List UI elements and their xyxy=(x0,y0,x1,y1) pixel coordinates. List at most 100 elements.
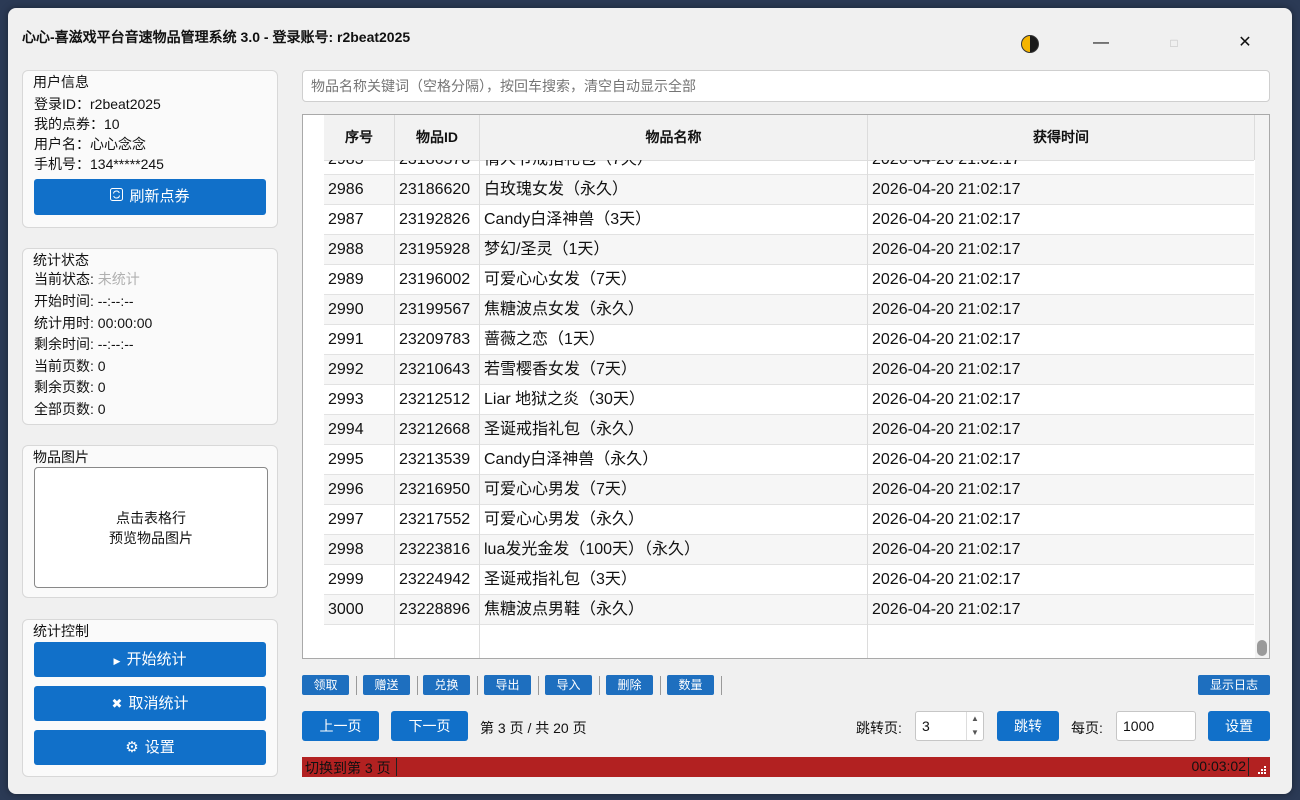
table-row[interactable]: 2991 23209783 蔷薇之恋（1天） 2026-04-20 21:02:17 xyxy=(324,325,1254,355)
table-row[interactable]: 2993 23212512 Liar 地狱之炎（30天） 2026-04-20 21:… xyxy=(324,385,1254,415)
cell-item-id: 23228896 xyxy=(395,595,480,625)
next-page-button[interactable]: 下一页 xyxy=(391,711,468,741)
cell-item-name: 蔷薇之恋（1天） xyxy=(480,325,868,355)
column-header-item-id[interactable]: 物品ID xyxy=(395,115,480,160)
username-text: 用户名：心心念念 xyxy=(34,136,146,152)
receive-button[interactable]: 领取 xyxy=(302,675,349,695)
column-header-item-name[interactable]: 物品名称 xyxy=(480,115,868,160)
table-row[interactable]: 2989 23196002 可爱心心女发（7天） 2026-04-20 21:02:1… xyxy=(324,265,1254,295)
delete-button[interactable]: 删除 xyxy=(606,675,653,695)
cell-item-id: 23224942 xyxy=(395,565,480,595)
settings-button[interactable]: ⚙ 设置 xyxy=(34,730,266,765)
search-input[interactable] xyxy=(302,70,1270,102)
cell-index: 2988 xyxy=(324,235,395,265)
table-row[interactable]: 2997 23217552 可爱心心男发（永久） 2026-04-20 21:02:1… xyxy=(324,505,1254,535)
table-body: 298523186578情人节戒指礼包（7天）2026-04-20 21:02:… xyxy=(324,160,1254,658)
cell-index: 2991 xyxy=(324,325,395,355)
column-header-obtained-time[interactable]: 获得时间 xyxy=(868,115,1255,160)
table-row[interactable]: 2990 23199567 焦糖波点女发（永久） 2026-04-20 21:02:1… xyxy=(324,295,1254,325)
toolbar-divider xyxy=(538,676,539,695)
cell-item-name: 圣诞戒指礼包（永久） xyxy=(480,415,868,445)
app-window: 心心-喜滋戏平台音速物品管理系统 3.0 - 登录账号: r2beat2025 … xyxy=(8,8,1292,794)
cell-obtained-time: 2026-04-20 21:02:17 xyxy=(868,565,1254,595)
toolbar-divider xyxy=(477,676,478,695)
exchange-button[interactable]: 兑换 xyxy=(423,675,470,695)
table-row[interactable]: 2994 23212668 圣诞戒指礼包（永久） 2026-04-20 21:02:1… xyxy=(324,415,1254,445)
resize-grip-icon[interactable] xyxy=(1257,765,1267,775)
refresh-icon xyxy=(110,179,124,215)
cell-item-name: 可爱心心男发（7天） xyxy=(480,475,868,505)
status-divider xyxy=(1248,758,1249,776)
quantity-button[interactable]: 数量 xyxy=(667,675,714,695)
cell-index: 3000 xyxy=(324,595,395,625)
per-page-settings-button[interactable]: 设置 xyxy=(1208,711,1270,741)
cell-item-name: 梦幻/圣灵（1天） xyxy=(480,235,868,265)
toolbar-divider xyxy=(599,676,600,695)
cell-item-name: lua发光金发（100天）（永久） xyxy=(480,535,868,565)
cell-index: 2986 xyxy=(324,175,395,205)
cell-item-id: 23196002 xyxy=(395,265,480,295)
table-row[interactable]: 2992 23210643 若雪樱香女发（7天） 2026-04-20 21:02:1… xyxy=(324,355,1254,385)
cell-obtained-time: 2026-04-20 21:02:17 xyxy=(868,295,1254,325)
close-button[interactable]: ✕ xyxy=(1234,32,1256,54)
table-scrollbar[interactable] xyxy=(1255,115,1269,658)
start-stats-button[interactable]: ▶ 开始统计 xyxy=(34,642,266,677)
window-title: 心心-喜滋戏平台音速物品管理系统 3.0 - 登录账号: r2beat2025 xyxy=(22,29,411,45)
remaining-time-text: 剩余时间: --:--:-- xyxy=(34,336,134,352)
cell-item-id: 23212512 xyxy=(395,385,480,415)
cell-item-name: 白玫瑰女发（永久） xyxy=(480,175,868,205)
toolbar-divider xyxy=(356,676,357,695)
stats-title: 统计状态 xyxy=(33,252,89,268)
stepper-down-icon[interactable]: ▼ xyxy=(967,726,983,740)
import-button[interactable]: 导入 xyxy=(545,675,592,695)
control-panel: 统计控制 ▶ 开始统计 ✖ 取消统计 ⚙ 设置 xyxy=(22,619,278,777)
table-row[interactable]: 2996 23216950 可爱心心男发（7天） 2026-04-20 21:02:1… xyxy=(324,475,1254,505)
cell-item-name: 可爱心心男发（永久） xyxy=(480,505,868,535)
export-button[interactable]: 导出 xyxy=(484,675,531,695)
remaining-pages-text: 剩余页数: 0 xyxy=(34,379,106,395)
column-header-index[interactable]: 序号 xyxy=(324,115,395,160)
empty-cell xyxy=(868,625,1254,658)
stepper-up-icon[interactable]: ▲ xyxy=(967,712,983,726)
table-row[interactable]: 2998 23223816 lua发光金发（100天）（永久） 2026-04-20 … xyxy=(324,535,1254,565)
toolbar-divider xyxy=(721,676,722,695)
table-row[interactable]: 298523186578情人节戒指礼包（7天）2026-04-20 21:02:… xyxy=(324,160,1254,175)
cell-index: 2987 xyxy=(324,205,395,235)
maximize-button[interactable]: □ xyxy=(1163,32,1185,54)
table-row[interactable]: 2999 23224942 圣诞戒指礼包（3天） 2026-04-20 21:02:1… xyxy=(324,565,1254,595)
cancel-stats-label: 取消统计 xyxy=(128,695,189,712)
toolbar-divider xyxy=(417,676,418,695)
refresh-points-button[interactable]: 刷新点券 xyxy=(34,179,266,215)
app-status-icon[interactable] xyxy=(1021,35,1039,53)
show-log-button[interactable]: 显示日志 xyxy=(1198,675,1270,695)
item-image-title: 物品图片 xyxy=(33,449,89,465)
minimize-button[interactable]: — xyxy=(1090,32,1112,54)
page-info: 第 3 页 / 共 20 页 xyxy=(480,720,587,736)
table-row[interactable]: 2986 23186620 白玫瑰女发（永久） 2026-04-20 21:02:17 xyxy=(324,175,1254,205)
table-row[interactable]: 2988 23195928 梦幻/圣灵（1天） 2026-04-20 21:02:17 xyxy=(324,235,1254,265)
table-header: 序号 物品ID 物品名称 获得时间 xyxy=(324,115,1255,161)
cell-item-id: 23186578 xyxy=(395,160,480,175)
cell-item-id: 23212668 xyxy=(395,415,480,445)
jump-page-stepper[interactable]: 3 ▲ ▼ xyxy=(915,711,984,741)
gift-button[interactable]: 赠送 xyxy=(363,675,410,695)
empty-cell xyxy=(395,625,480,658)
cell-item-id: 23210643 xyxy=(395,355,480,385)
points-text: 我的点券：10 xyxy=(34,116,120,132)
table-row[interactable]: 2995 23213539 Candy白泽神兽（永久） 2026-04-20 21:0… xyxy=(324,445,1254,475)
user-info-title: 用户信息 xyxy=(33,74,89,90)
table-row[interactable]: 3000 23228896 焦糖波点男鞋（永久） 2026-04-20 21:02:1… xyxy=(324,595,1254,625)
empty-cell xyxy=(480,625,868,658)
per-page-input[interactable]: 1000 xyxy=(1116,711,1196,741)
stepper-arrows[interactable]: ▲ ▼ xyxy=(966,712,983,740)
stats-panel: 统计状态 当前状态: 未统计 开始时间: --:--:-- 统计用时: 00:0… xyxy=(22,248,278,425)
cancel-stats-button[interactable]: ✖ 取消统计 xyxy=(34,686,266,721)
status-message: 切换到第 3 页 xyxy=(305,760,391,776)
login-id-text: 登录ID：r2beat2025 xyxy=(34,96,161,112)
jump-button[interactable]: 跳转 xyxy=(997,711,1059,741)
table-row[interactable]: 2987 23192826 Candy白泽神兽（3天） 2026-04-20 21:0… xyxy=(324,205,1254,235)
preview-hint-line2: 预览物品图片 xyxy=(109,529,193,546)
scrollbar-thumb[interactable] xyxy=(1257,640,1267,656)
cell-item-id: 23209783 xyxy=(395,325,480,355)
prev-page-button[interactable]: 上一页 xyxy=(302,711,379,741)
